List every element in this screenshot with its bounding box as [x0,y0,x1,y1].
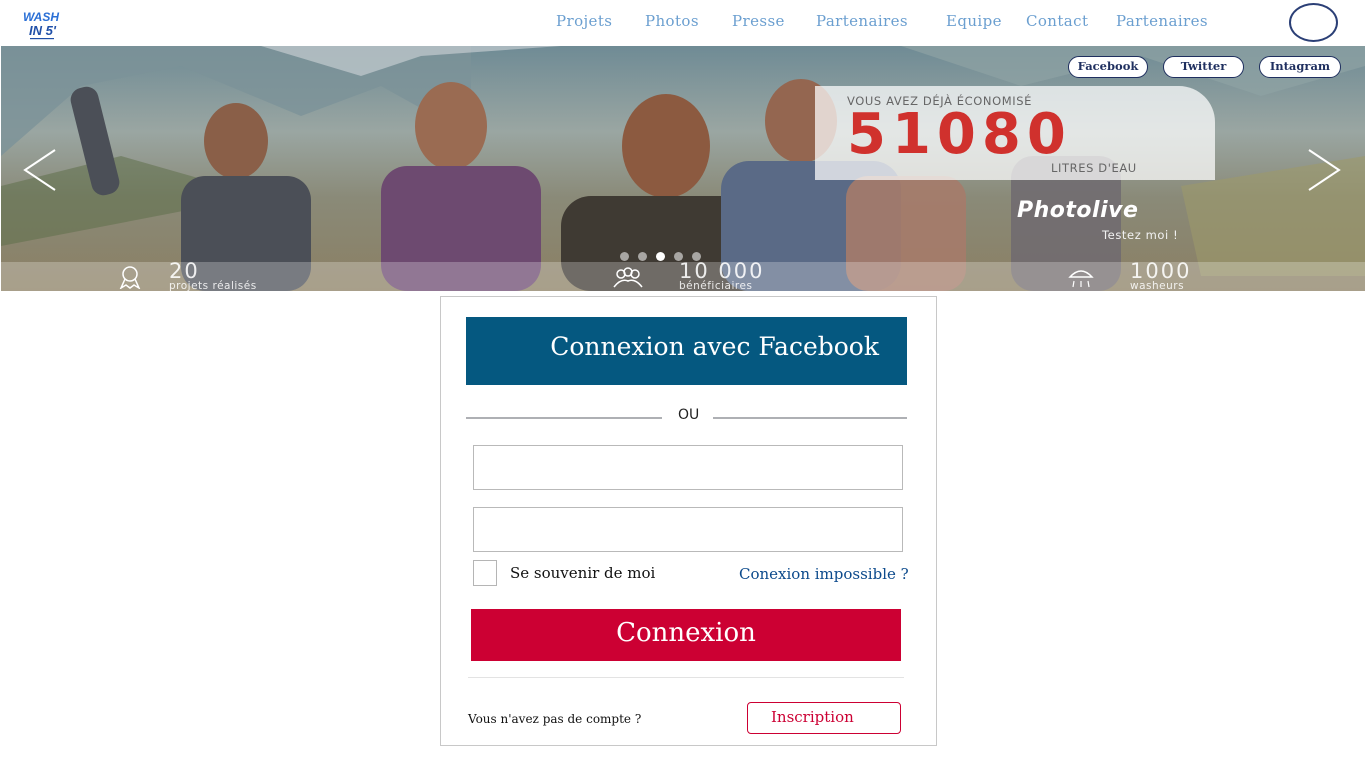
no-account-text: Vous n'avez pas de compte ? [468,712,642,726]
facebook-link[interactable]: Facebook [1068,56,1148,78]
counter-unit: LITRES D'EAU [1051,161,1137,175]
chevron-left-icon[interactable] [21,148,61,192]
carousel-dot[interactable] [674,252,683,261]
water-saved-counter: VOUS AVEZ DÉJÀ ÉCONOMISÉ 51080 LITRES D'… [815,86,1215,180]
stat-beneficiaries-label: bénéficiaires [679,280,753,291]
photolive-title[interactable]: Photolive [1017,198,1138,223]
chevron-right-icon[interactable] [1303,148,1343,192]
carousel-dot[interactable] [656,252,665,261]
divider [468,677,904,678]
facebook-login-button[interactable]: Connexion avec Facebook [466,317,907,385]
signup-button[interactable]: Inscription [747,702,901,734]
nav-partenaires[interactable]: Partenaires [816,12,908,30]
login-panel: Connexion avec Facebook OU Se souvenir d… [440,296,937,746]
separator-line-right [713,417,907,419]
circle-outline-icon[interactable] [1289,3,1338,42]
stat-washers-label: washeurs [1130,280,1185,291]
separator-text: OU [678,407,700,423]
login-submit-button[interactable]: Connexion [471,609,901,661]
separator-line-left [466,417,662,419]
photolive-subtitle[interactable]: Testez moi ! [1102,228,1178,242]
nav-photos[interactable]: Photos [645,12,699,30]
top-navbar: WASH IN 5' Projets Photos Presse Partena… [0,0,1366,46]
shower-icon [1068,270,1094,288]
remember-me-label[interactable]: Se souvenir de moi [510,564,655,582]
carousel-indicators [620,252,701,261]
people-group-icon [613,267,643,288]
nav-projets[interactable]: Projets [556,12,612,30]
nav-partenaires-2[interactable]: Partenaires [1116,12,1208,30]
remember-me-checkbox[interactable] [473,560,497,586]
wash-in-5-logo[interactable]: WASH IN 5' [22,7,62,41]
instagram-link[interactable]: Intagram [1259,56,1341,78]
twitter-link[interactable]: Twitter [1163,56,1244,78]
carousel-dot[interactable] [638,252,647,261]
stat-projects-label: projets réalisés [169,280,257,291]
carousel-dot[interactable] [620,252,629,261]
logo-text-top: WASH [23,10,59,24]
counter-value: 51080 [847,102,1072,167]
nav-contact[interactable]: Contact [1026,12,1088,30]
nav-presse[interactable]: Presse [732,12,785,30]
logo-text-bottom: IN 5' [29,23,57,38]
award-ribbon-icon [119,266,141,289]
nav-equipe[interactable]: Equipe [946,12,1002,30]
password-input[interactable] [473,507,903,552]
carousel-dot[interactable] [692,252,701,261]
forgot-login-link[interactable]: Conexion impossible ? [739,565,909,583]
username-input[interactable] [473,445,903,490]
hero-carousel: Facebook Twitter Intagram VOUS AVEZ DÉJÀ… [1,46,1365,291]
